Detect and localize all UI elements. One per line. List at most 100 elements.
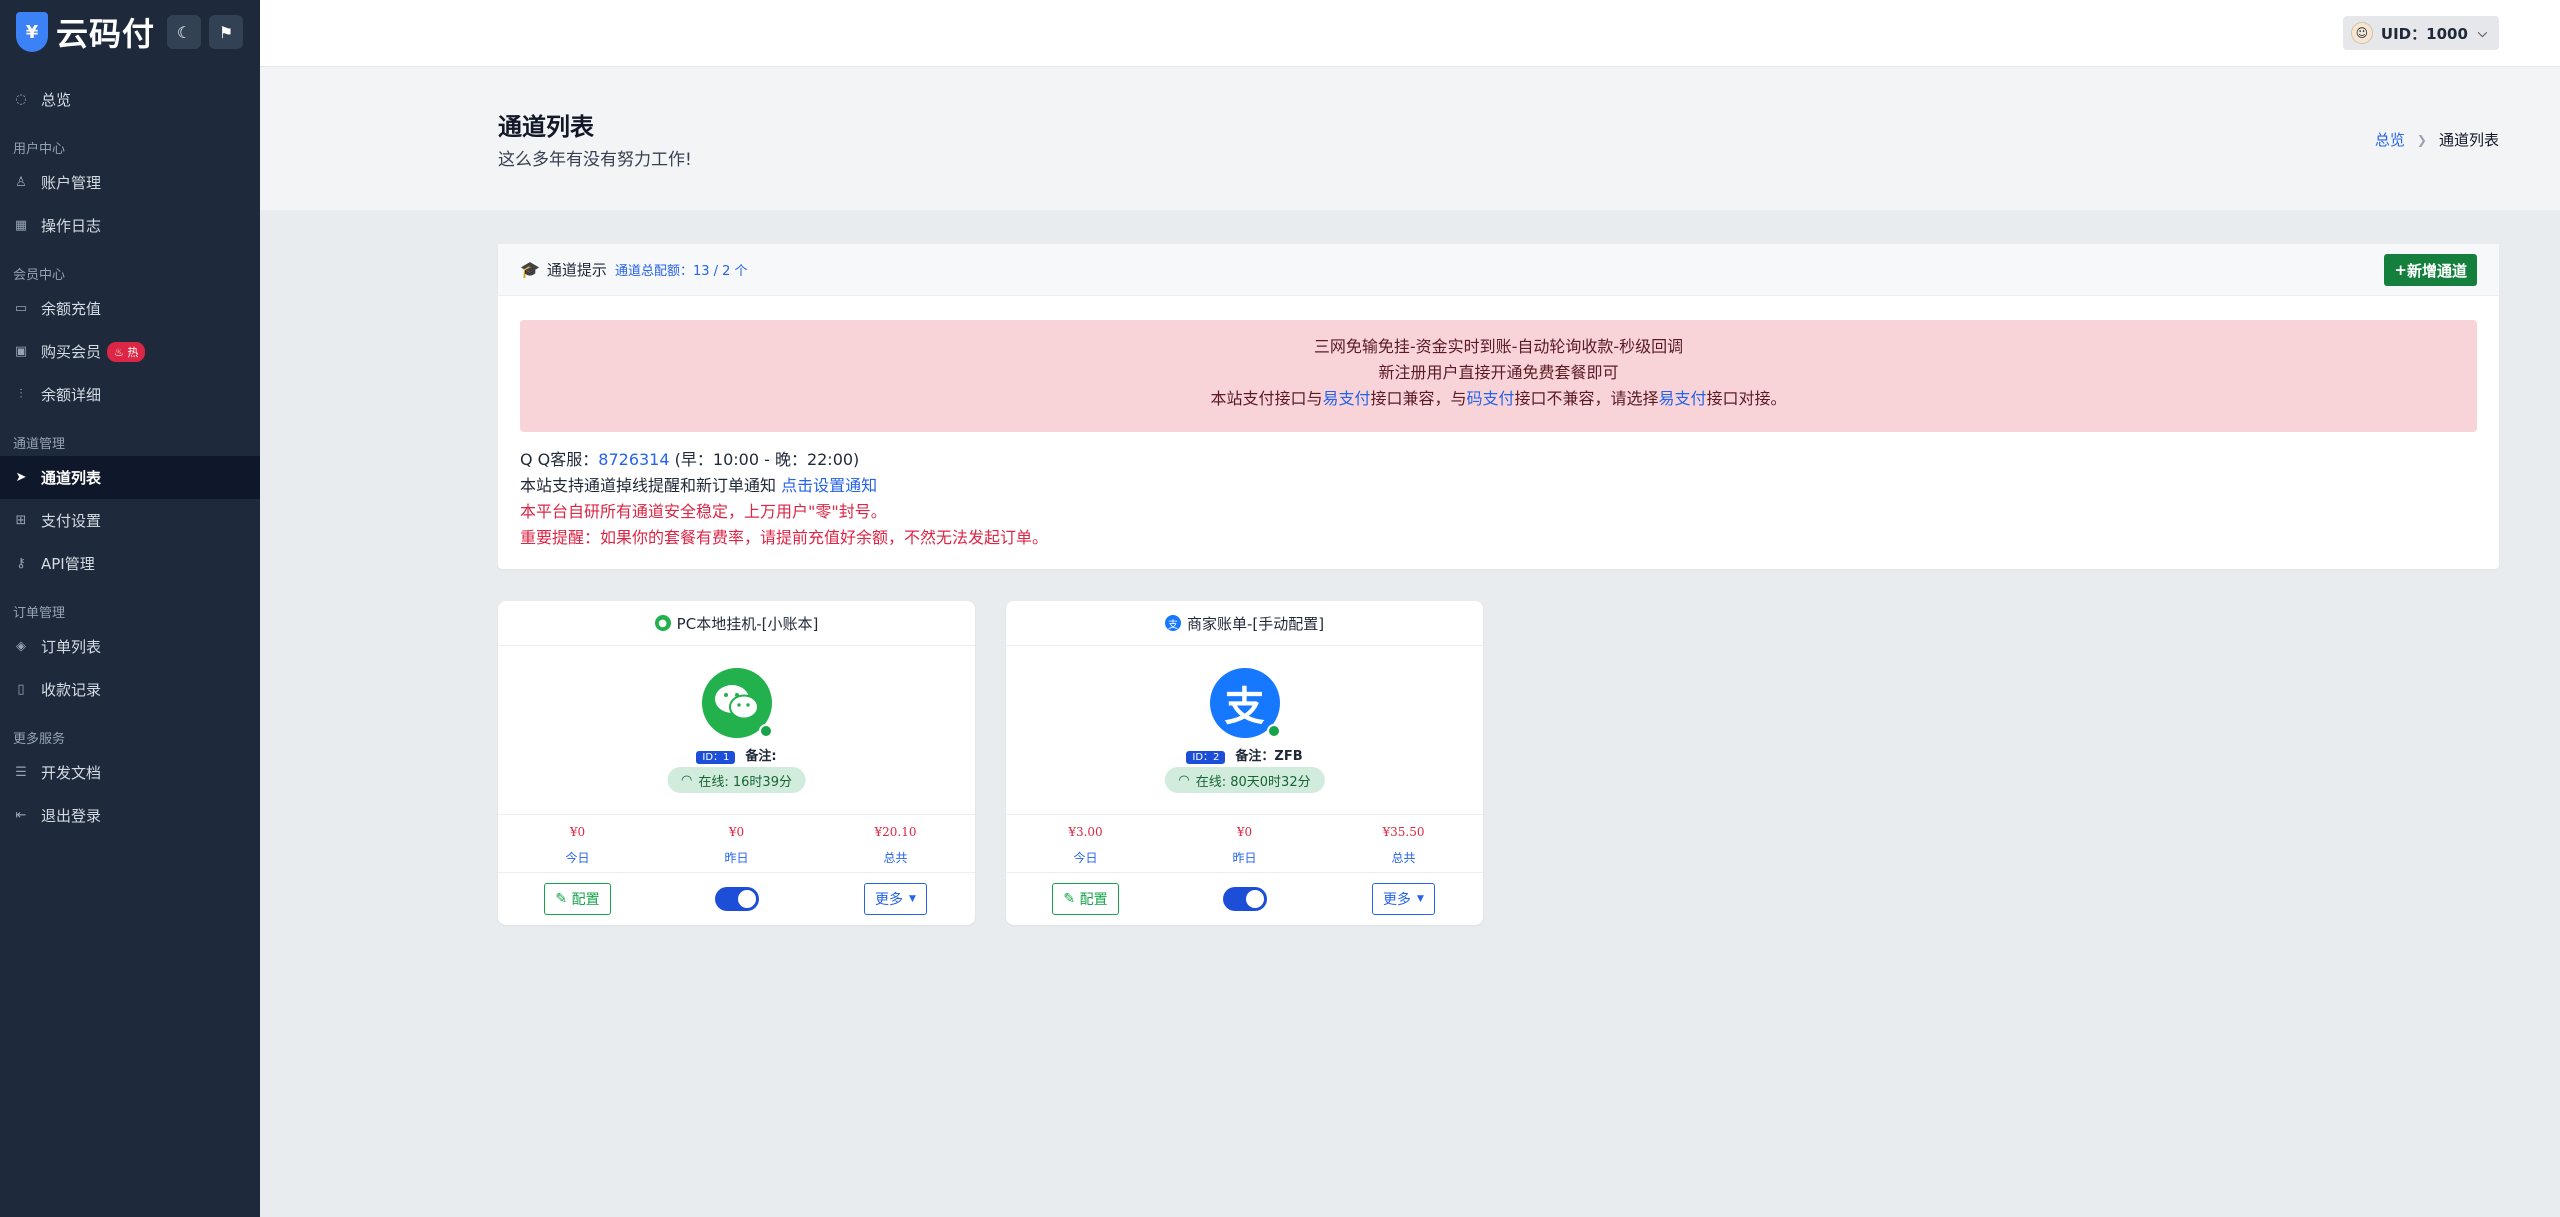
config-button[interactable]: ✎ 配置 — [1052, 882, 1119, 915]
stat-yesterday: ¥0 昨日 — [657, 815, 816, 872]
online-status-pill: ◠ 在线: 80天0时32分 — [1164, 767, 1325, 793]
promo-alert: 三网免输免挂-资金实时到账-自动轮询收款-秒级回调 新注册用户直接开通免费套餐即… — [520, 320, 2477, 432]
avatar: ☺ — [2350, 22, 2373, 44]
notice-lines: Q Q客服：8726314 (早：10:00 - 晚：22:00) 本站支持通道… — [520, 447, 1048, 551]
page-title: 通道列表 — [498, 113, 594, 141]
send-icon: ➤ — [15, 470, 27, 485]
online-status-pill: ◠ 在线: 16时39分 — [667, 767, 806, 793]
caret-down-icon: ▼ — [909, 893, 916, 904]
channel-enable-toggle[interactable] — [1222, 886, 1267, 911]
sidebar-item-receipts[interactable]: ▯ 收款记录 — [0, 668, 260, 711]
receipt-icon: ▯ — [17, 682, 25, 697]
pin-sidebar-button[interactable]: ⚑ — [209, 15, 244, 49]
sidebar-item-overview[interactable]: ◌ 总览 — [0, 78, 260, 121]
wifi-icon: ◠ — [1178, 772, 1190, 788]
sidebar-nav: ◌ 总览 用户中心 ♙ 账户管理 ▦ 操作日志 会员中心 ▭ 余额充值 ▣ 购买… — [0, 78, 260, 837]
more-dropdown-button[interactable]: 更多 ▼ — [1372, 882, 1435, 915]
stat-label: 总共 — [1391, 851, 1416, 865]
stat-yesterday: ¥0 昨日 — [1165, 815, 1324, 872]
breadcrumb-home-link[interactable]: 总览 — [2375, 129, 2405, 150]
stat-label: 昨日 — [724, 851, 749, 865]
graduation-cap-icon: 🎓 — [520, 260, 540, 279]
notify-settings-link[interactable]: 点击设置通知 — [781, 476, 877, 495]
sidebar-item-label: 退出登录 — [41, 807, 102, 825]
pin-icon: ⚑ — [218, 22, 234, 42]
sidebar-item-label: 账户管理 — [41, 174, 102, 192]
document-icon: ☰ — [15, 765, 27, 780]
codepay-link[interactable]: 码支付 — [1466, 389, 1514, 408]
sidebar-item-channel-list[interactable]: ➤ 通道列表 — [0, 456, 260, 499]
user-menu[interactable]: ☺ UID：1000 ⌵ — [2342, 16, 2499, 50]
channel-enable-toggle[interactable] — [714, 886, 759, 911]
stat-label: 今日 — [1073, 851, 1098, 865]
stat-value: ¥0 — [569, 825, 586, 839]
sidebar-item-logout[interactable]: ⇤ 退出登录 — [0, 794, 260, 837]
wechat-bubbles — [714, 685, 759, 720]
stat-value: ¥3.00 — [1068, 825, 1103, 839]
channel-title: 商家账单-[手动配置] — [1186, 614, 1325, 633]
sidebar-item-label: 余额充值 — [41, 300, 102, 318]
alipay-icon: 支 — [1209, 668, 1281, 738]
sidebar-section-title: 用户中心 — [13, 142, 66, 157]
sidebar-item-pay-settings[interactable]: ⊞ 支付设置 — [0, 499, 260, 542]
dashboard-icon: ◌ — [15, 92, 27, 107]
channel-card: 支 商家账单-[手动配置] 支 ID：2 备注：ZFB ◠ 在线: 80天0时32分… — [1006, 601, 1483, 925]
channel-card: ● PC本地挂机-[小账本] ID：1 备注: ◠ 在线: 16时39分 ¥0 今日 … — [498, 601, 975, 925]
channel-id-badge: ID：1 — [696, 751, 736, 764]
channel-title: PC本地挂机-[小账本] — [676, 614, 819, 633]
hot-badge: ♨ 热 — [107, 341, 146, 362]
config-button[interactable]: ✎ 配置 — [544, 882, 611, 915]
breadcrumb: 总览 ❯ 通道列表 — [2375, 129, 2499, 150]
edit-icon: ✎ — [555, 890, 568, 907]
sidebar-item-balance-detail[interactable]: ⫶ 余额详细 — [0, 373, 260, 416]
brand: ¥ 云码付 ☾ ⚑ — [0, 0, 260, 64]
notify-line: 本站支持通道掉线提醒和新订单通知 点击设置通知 — [520, 476, 878, 495]
sidebar-item-account[interactable]: ♙ 账户管理 — [0, 161, 260, 204]
channel-stats: ¥3.00 今日 ¥0 昨日 ¥35.50 总共 — [1006, 815, 1483, 873]
calendar-icon: ▦ — [14, 218, 28, 233]
stat-value: ¥0 — [728, 825, 745, 839]
stat-value: ¥35.50 — [1382, 825, 1425, 839]
add-channel-button[interactable]: + 新增通道 — [2384, 254, 2477, 286]
dark-mode-toggle[interactable]: ☾ — [167, 15, 202, 49]
channel-remark: 备注：ZFB — [1235, 749, 1303, 764]
sidebar-item-logs[interactable]: ▦ 操作日志 — [0, 204, 260, 247]
sidebar-item-api[interactable]: ⚷ API管理 — [0, 542, 260, 585]
layers-icon: ◈ — [16, 639, 26, 654]
sidebar-item-docs[interactable]: ☰ 开发文档 — [0, 751, 260, 794]
sidebar-item-buy-vip[interactable]: ▣ 购买会员 ♨ 热 — [0, 330, 260, 373]
sidebar-item-label: 支付设置 — [41, 512, 102, 530]
alert-line: 三网免输免挂-资金实时到账-自动轮询收款-秒级回调 — [1313, 337, 1684, 356]
alipay-glyph: 支 — [1224, 684, 1265, 730]
channel-stats: ¥0 今日 ¥0 昨日 ¥20.10 总共 — [498, 815, 975, 873]
caret-down-icon: ▼ — [1417, 893, 1424, 904]
wechat-icon — [701, 668, 773, 738]
sidebar-section-title: 通道管理 — [13, 437, 66, 452]
channel-remark: 备注: — [745, 749, 777, 764]
sidebar-section-title: 会员中心 — [13, 268, 66, 283]
qq-number-link[interactable]: 8726314 — [598, 450, 669, 469]
wallet-icon: ▭ — [14, 301, 28, 316]
page-subtitle: 这么多年有没有努力工作! — [498, 150, 692, 170]
more-dropdown-button[interactable]: 更多 ▼ — [864, 882, 927, 915]
sidebar-item-recharge[interactable]: ▭ 余额充值 — [0, 287, 260, 330]
sidebar-item-label: API管理 — [41, 555, 95, 573]
wechat-icon: ● — [654, 615, 671, 631]
key-icon: ⚷ — [16, 556, 26, 571]
edit-icon: ✎ — [1063, 890, 1076, 907]
sidebar-item-label: 操作日志 — [41, 217, 102, 235]
epay-link[interactable]: 易支付 — [1659, 389, 1707, 408]
epay-link[interactable]: 易支付 — [1322, 389, 1370, 408]
sidebar-item-orders[interactable]: ◈ 订单列表 — [0, 625, 260, 668]
stat-total: ¥20.10 总共 — [816, 815, 975, 872]
sidebar-section-title: 订单管理 — [13, 606, 66, 621]
gift-icon: ▣ — [14, 344, 28, 359]
user-icon: ♙ — [15, 175, 27, 190]
channel-id-row: ID：2 备注：ZFB — [1006, 745, 1483, 764]
sidebar-item-label: 订单列表 — [41, 638, 102, 656]
channel-quota: 通道总配额：13 / 2 个 — [614, 264, 748, 279]
moon-icon: ☾ — [176, 22, 192, 42]
channel-actions: ✎ 配置 更多 ▼ — [498, 873, 975, 924]
qq-support-line: Q Q客服：8726314 (早：10:00 - 晚：22:00) — [520, 450, 860, 469]
channel-card-header: ● PC本地挂机-[小账本] — [498, 601, 975, 646]
